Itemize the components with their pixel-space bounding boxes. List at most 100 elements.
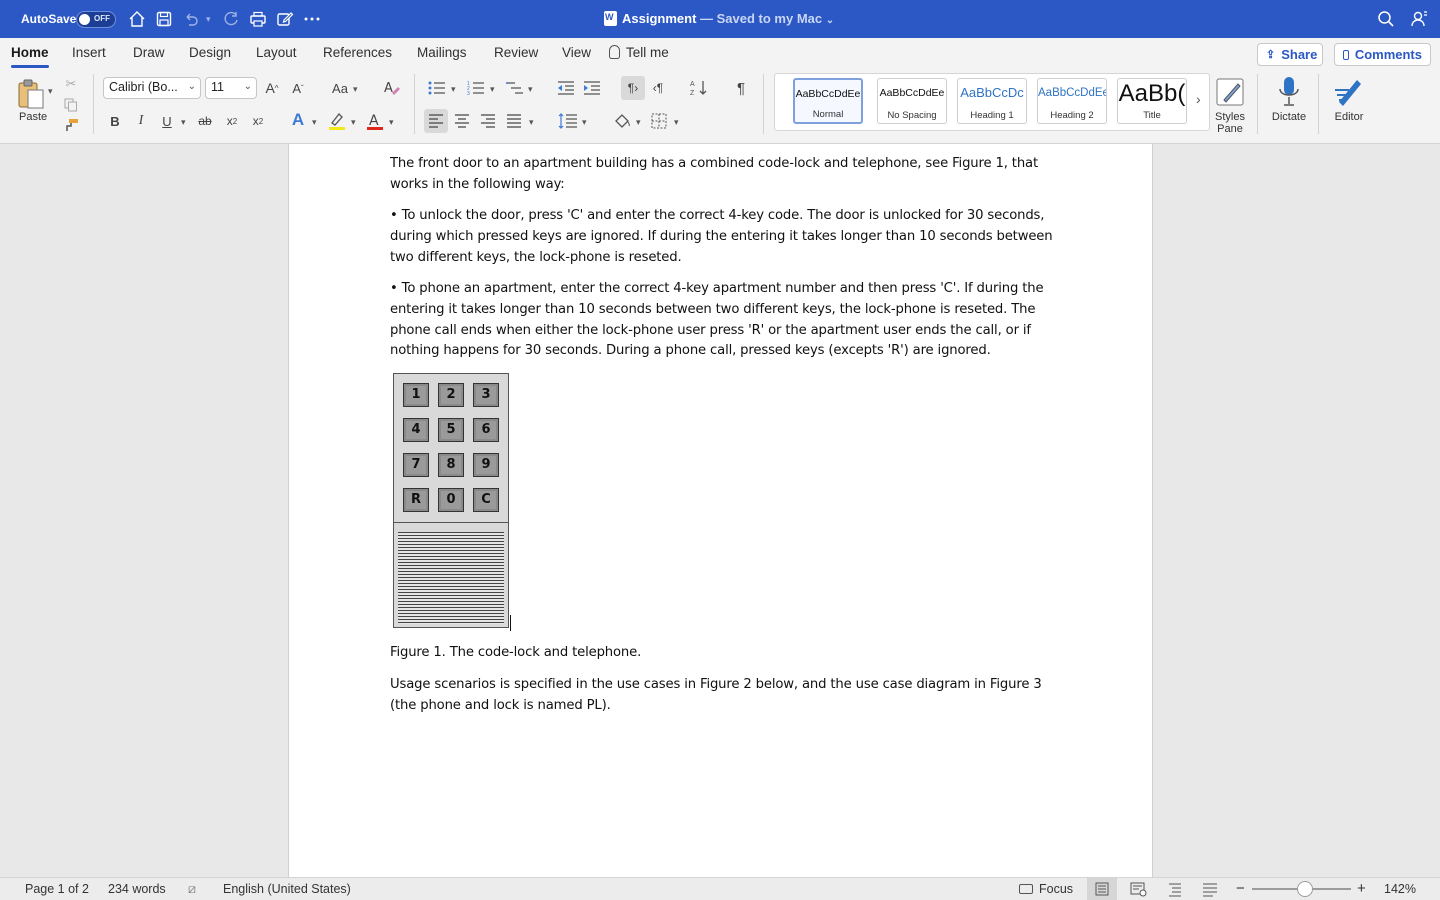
undo-dropdown-icon[interactable]: ▾ (206, 14, 211, 25)
tab-insert[interactable]: Insert (72, 45, 106, 60)
undo-icon[interactable] (181, 9, 201, 29)
page-count[interactable]: Page 1 of 2 (25, 882, 89, 896)
underline-dropdown-icon[interactable]: ▾ (181, 117, 186, 128)
multilevel-dropdown-icon[interactable]: ▾ (528, 84, 533, 95)
highlight-dropdown-icon[interactable]: ▾ (351, 117, 356, 128)
style-no-spacing[interactable]: AaBbCcDdEe No Spacing (877, 78, 947, 124)
style-title[interactable]: AaBb( Title (1117, 78, 1187, 124)
borders-dropdown-icon[interactable]: ▾ (674, 117, 679, 128)
tab-design[interactable]: Design (189, 45, 231, 60)
increase-indent-icon[interactable] (582, 78, 602, 98)
paste-icon[interactable] (14, 77, 48, 111)
account-icon[interactable] (1410, 9, 1430, 29)
underline-icon[interactable]: U (158, 111, 176, 131)
keypad-figure[interactable]: 1 2 3 4 5 6 7 8 9 R 0 C (393, 373, 509, 629)
paste-dropdown-icon[interactable]: ▾ (48, 86, 53, 97)
intro-paragraph[interactable]: The front door to an apartment building … (390, 154, 1060, 196)
home-icon[interactable] (127, 9, 147, 29)
ltr-direction-icon[interactable]: ¶› (621, 76, 645, 100)
bullets-dropdown-icon[interactable]: ▾ (451, 84, 456, 95)
tab-layout[interactable]: Layout (256, 45, 297, 60)
redo-icon[interactable] (221, 9, 241, 29)
edit-doc-icon[interactable] (275, 9, 295, 29)
style-heading-1[interactable]: AaBbCcDc Heading 1 (957, 78, 1027, 124)
align-right-icon[interactable] (478, 111, 498, 131)
show-formatting-marks-icon[interactable]: ¶ (731, 78, 751, 98)
microphone-icon[interactable] (1274, 74, 1304, 110)
zoom-out-button[interactable]: − (1236, 880, 1245, 897)
comments-button[interactable]: Comments (1334, 43, 1431, 66)
tab-home[interactable]: Home (11, 45, 49, 68)
italic-icon[interactable]: I (132, 111, 150, 131)
shading-icon[interactable] (611, 111, 633, 131)
shrink-font-icon[interactable]: Aˇ (289, 78, 307, 98)
line-spacing-dropdown-icon[interactable]: ▾ (582, 117, 587, 128)
grow-font-icon[interactable]: A ^ (263, 78, 281, 98)
text-effects-icon[interactable]: A (289, 110, 307, 130)
bullet-paragraph-unlock[interactable]: • To unlock the door, press 'C' and ente… (390, 206, 1060, 268)
tab-review[interactable]: Review (494, 45, 538, 60)
language-status[interactable]: English (United States) (223, 882, 351, 896)
editor-icon[interactable] (1332, 74, 1366, 110)
strikethrough-icon[interactable]: ab (196, 111, 214, 131)
style-heading-2[interactable]: AaBbCcDdEe Heading 2 (1037, 78, 1107, 124)
align-center-icon[interactable] (452, 111, 472, 131)
change-case-icon[interactable]: Aa (329, 78, 351, 98)
decrease-indent-icon[interactable] (556, 78, 576, 98)
highlight-icon[interactable] (327, 110, 347, 132)
tab-mailings[interactable]: Mailings (417, 45, 467, 60)
copy-icon[interactable] (62, 97, 80, 113)
focus-button[interactable]: Focus (1019, 882, 1073, 896)
proofing-icon[interactable]: ⧄ (188, 882, 196, 897)
tab-view[interactable]: View (562, 45, 591, 60)
usage-paragraph[interactable]: Usage scenarios is specified in the use … (390, 675, 1060, 717)
zoom-level[interactable]: 142% (1384, 882, 1416, 896)
chevron-right-icon[interactable]: › (1196, 91, 1201, 107)
superscript-icon[interactable]: x2 (249, 111, 267, 131)
styles-pane-icon[interactable] (1213, 75, 1247, 109)
print-layout-view-button[interactable] (1087, 878, 1117, 900)
justify-dropdown-icon[interactable]: ▾ (529, 117, 534, 128)
subscript-icon[interactable]: x2 (223, 111, 241, 131)
search-icon[interactable] (1376, 9, 1396, 29)
numbering-dropdown-icon[interactable]: ▾ (490, 84, 495, 95)
web-layout-view-button[interactable] (1123, 878, 1153, 900)
align-left-icon[interactable] (424, 109, 448, 133)
zoom-slider-knob[interactable] (1297, 881, 1313, 897)
cut-icon[interactable]: ✂ (62, 76, 80, 92)
save-icon[interactable] (154, 9, 174, 29)
outline-view-button[interactable] (1160, 878, 1190, 900)
font-color-dropdown-icon[interactable]: ▾ (389, 117, 394, 128)
format-painter-icon[interactable] (62, 117, 80, 133)
font-name-select[interactable]: Calibri (Bo... ⌄ (103, 77, 201, 99)
print-icon[interactable] (248, 9, 268, 29)
numbering-icon[interactable]: 123 (466, 78, 486, 98)
line-spacing-icon[interactable] (557, 111, 579, 131)
share-button[interactable]: ⇪ Share (1257, 43, 1323, 66)
bullets-icon[interactable] (427, 78, 447, 98)
figure-caption[interactable]: Figure 1. The code-lock and telephone. (390, 643, 1060, 664)
multilevel-list-icon[interactable] (505, 78, 525, 98)
rtl-direction-icon[interactable]: ‹¶ (648, 78, 668, 98)
sort-icon[interactable]: AZ (689, 78, 709, 98)
document-title[interactable]: Assignment — Saved to my Mac ⌄ (604, 11, 834, 26)
tell-me-search[interactable]: Tell me (609, 45, 669, 60)
change-case-dropdown-icon[interactable]: ▾ (353, 84, 358, 95)
zoom-in-button[interactable]: + (1357, 880, 1366, 897)
borders-icon[interactable] (649, 111, 669, 131)
tab-references[interactable]: References (323, 45, 392, 60)
shading-dropdown-icon[interactable]: ▾ (636, 117, 641, 128)
draft-view-button[interactable] (1195, 878, 1225, 900)
bold-icon[interactable]: B (106, 111, 124, 131)
more-icon[interactable] (302, 9, 322, 29)
bullet-paragraph-phone[interactable]: • To phone an apartment, enter the corre… (390, 279, 1060, 362)
text-effects-dropdown-icon[interactable]: ▾ (312, 117, 317, 128)
autosave-toggle[interactable]: OFF (76, 11, 116, 28)
document-page[interactable]: The front door to an apartment building … (288, 144, 1153, 877)
clear-formatting-icon[interactable]: A (382, 78, 402, 98)
tab-draw[interactable]: Draw (133, 45, 165, 60)
font-color-icon[interactable]: A (365, 110, 385, 132)
justify-icon[interactable] (504, 111, 524, 131)
word-count[interactable]: 234 words (108, 882, 166, 896)
font-size-select[interactable]: 11 ⌄ (205, 77, 257, 99)
